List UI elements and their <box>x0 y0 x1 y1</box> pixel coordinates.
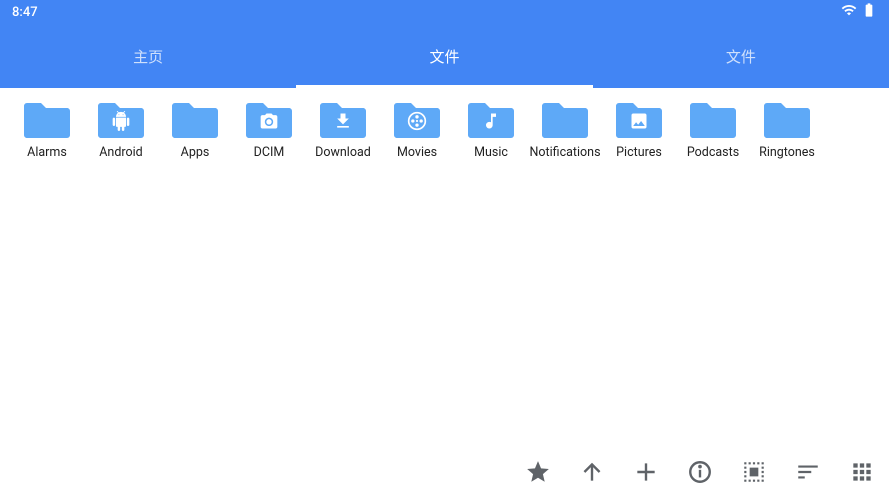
tab-bar: 主页 文件 文件 <box>0 24 889 88</box>
folder-item[interactable]: Alarms <box>10 96 84 160</box>
folder-item[interactable]: Movies <box>380 96 454 160</box>
music-icon <box>481 111 501 131</box>
folder-label: Ringtones <box>759 146 815 160</box>
download-icon <box>333 111 353 131</box>
folder-icon <box>22 98 72 142</box>
folder-icon <box>96 98 146 142</box>
folder-item[interactable]: Pictures <box>602 96 676 160</box>
wifi-icon <box>841 2 857 22</box>
folder-icon <box>466 98 516 142</box>
folder-icon <box>170 98 220 142</box>
folder-label: Apps <box>181 146 210 160</box>
status-bar: 8:47 <box>0 0 889 24</box>
select-button[interactable] <box>741 459 767 485</box>
folder-label: Android <box>99 146 142 160</box>
folder-icon <box>244 98 294 142</box>
tab-label: 文件 <box>429 46 459 67</box>
sort-button[interactable] <box>795 459 821 485</box>
tab-home[interactable]: 主页 <box>0 24 296 88</box>
folder-icon <box>688 98 738 142</box>
status-right <box>841 2 877 22</box>
tab-files-2[interactable]: 文件 <box>593 24 889 88</box>
folder-grid: Alarms Android Apps DCIM Download Movies Music… <box>10 96 879 160</box>
camera-icon <box>259 111 279 131</box>
folder-item[interactable]: Notifications <box>528 96 602 160</box>
tab-files-1[interactable]: 文件 <box>296 24 592 88</box>
folder-icon <box>540 98 590 142</box>
folder-label: Movies <box>397 146 437 160</box>
picture-icon <box>629 111 649 131</box>
tab-label: 文件 <box>726 46 756 67</box>
folder-item[interactable]: Apps <box>158 96 232 160</box>
android-icon <box>111 111 131 131</box>
folder-icon <box>614 98 664 142</box>
bottom-toolbar <box>0 444 889 500</box>
info-button[interactable] <box>687 459 713 485</box>
folder-icon <box>392 98 442 142</box>
up-button[interactable] <box>579 459 605 485</box>
folder-item[interactable]: Podcasts <box>676 96 750 160</box>
folder-icon <box>318 98 368 142</box>
folder-item[interactable]: Ringtones <box>750 96 824 160</box>
status-time: 8:47 <box>12 5 38 20</box>
folder-item[interactable]: Android <box>84 96 158 160</box>
folder-label: Pictures <box>616 146 662 160</box>
favorite-button[interactable] <box>525 459 551 485</box>
view-button[interactable] <box>849 459 875 485</box>
folder-item[interactable]: Music <box>454 96 528 160</box>
folder-label: Podcasts <box>687 146 739 160</box>
folder-icon <box>762 98 812 142</box>
add-button[interactable] <box>633 459 659 485</box>
folder-label: Music <box>474 146 508 160</box>
folder-item[interactable]: DCIM <box>232 96 306 160</box>
folder-label: Notifications <box>529 146 600 160</box>
folder-label: DCIM <box>254 146 285 160</box>
tab-label: 主页 <box>133 46 163 67</box>
file-grid-content: Alarms Android Apps DCIM Download Movies Music… <box>0 88 889 444</box>
folder-label: Download <box>315 146 371 160</box>
movie-icon <box>407 111 427 131</box>
battery-icon <box>861 2 877 22</box>
folder-item[interactable]: Download <box>306 96 380 160</box>
folder-label: Alarms <box>27 146 67 160</box>
